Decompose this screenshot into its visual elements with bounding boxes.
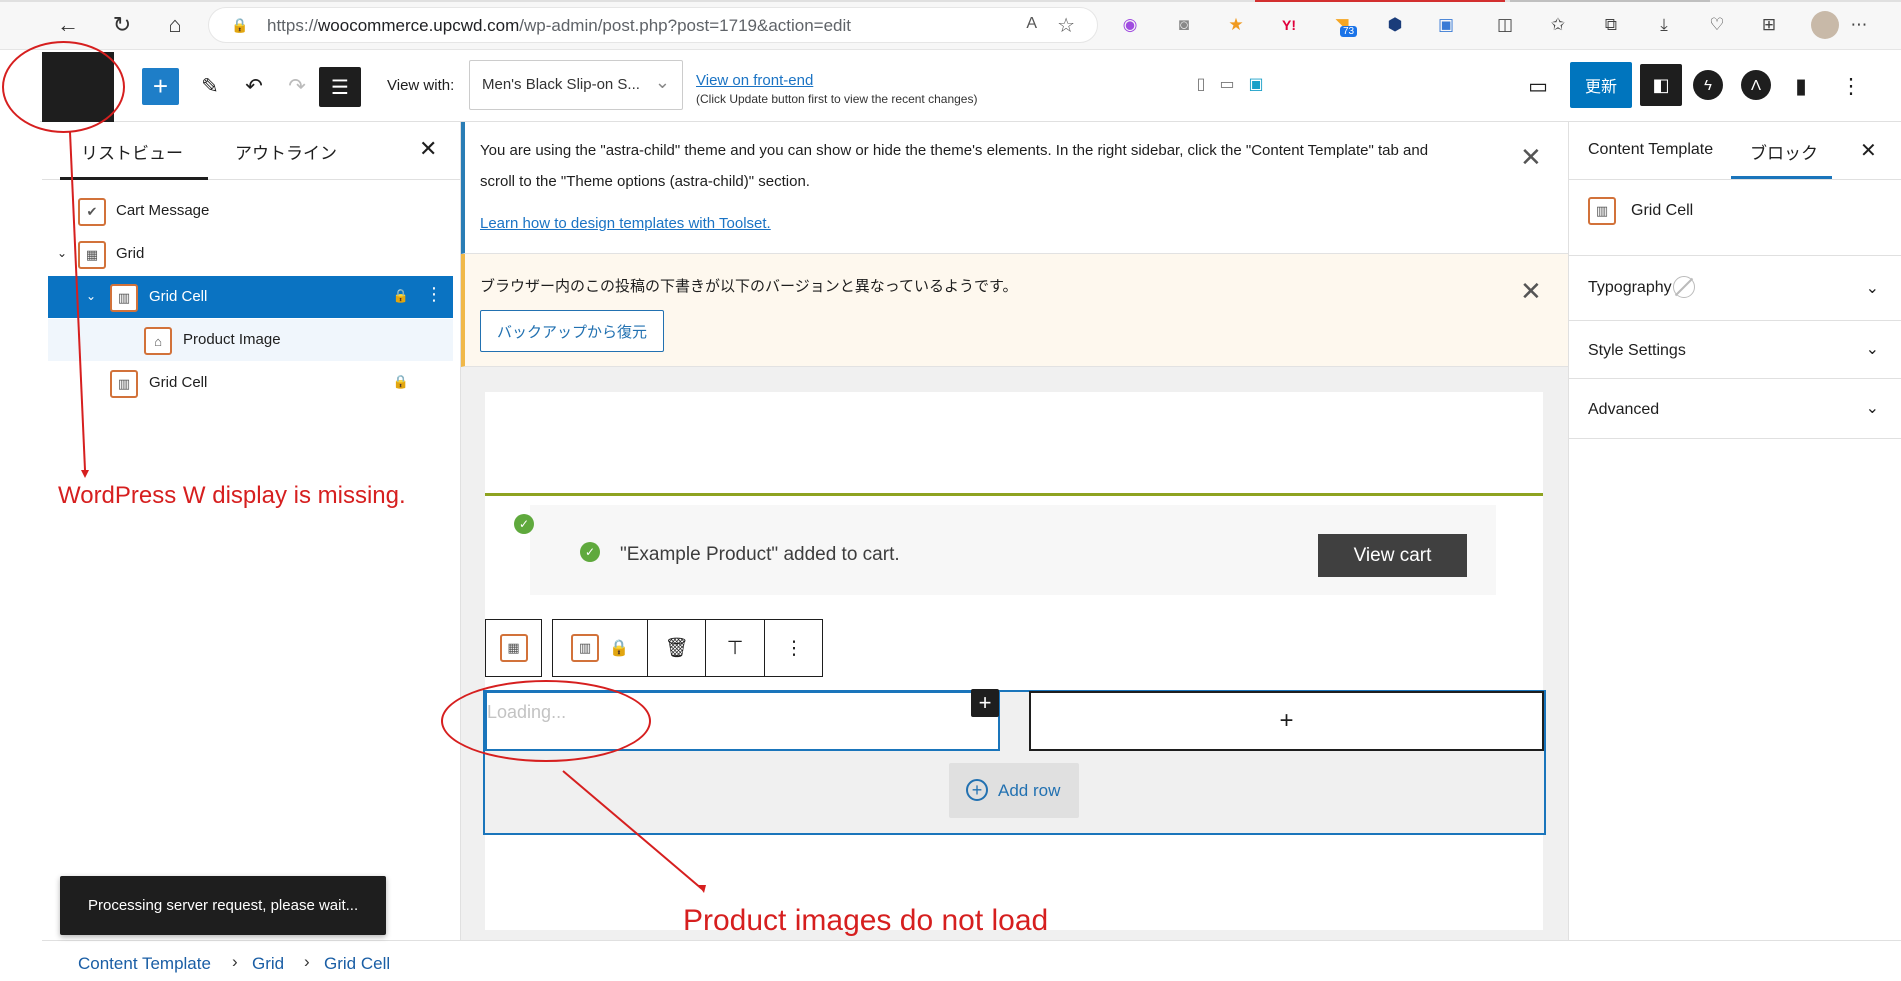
arrowhead: [81, 470, 89, 478]
arrowhead: [698, 885, 706, 893]
annotation-logo-missing: WordPress W display is missing.: [58, 482, 406, 509]
annotation-arrow-images: [562, 770, 703, 890]
annotation-images-missing: Product images do not load: [683, 904, 1049, 937]
annotation-arrow-logo: [69, 131, 86, 471]
